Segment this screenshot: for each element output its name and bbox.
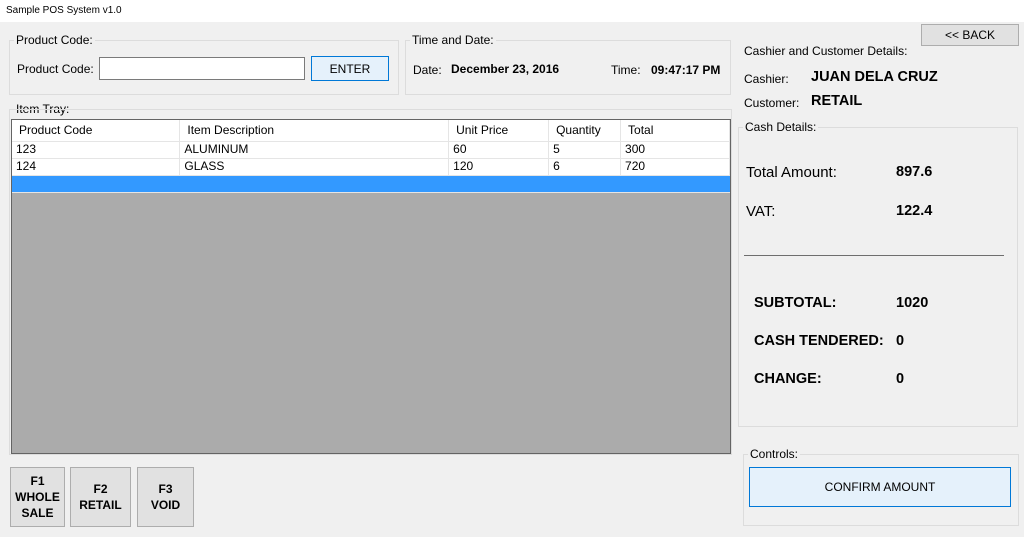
f3-line1-label: VOID [150, 498, 181, 512]
cell-unit-price[interactable]: 120 [448, 158, 550, 176]
cash-details-legend: Cash Details: [743, 120, 819, 134]
cash-tendered-value: 0 [896, 333, 905, 349]
table-row[interactable]: 124 GLASS 120 6 720 [12, 158, 730, 176]
change-value: 0 [896, 371, 905, 387]
grid-header-row: Product Code Item Description Unit Price… [12, 120, 730, 142]
f1-line1-label: WHOLE [15, 490, 60, 504]
f2-key-label: F2 [93, 482, 108, 496]
item-tray-grid[interactable]: Product Code Item Description Unit Price… [11, 119, 731, 454]
cell-item-description[interactable] [179, 175, 450, 193]
f2-line1-label: RETAIL [79, 498, 122, 512]
product-code-input[interactable] [99, 57, 305, 80]
product-code-label: Product Code: [17, 62, 94, 76]
controls-legend: Controls: [748, 447, 801, 461]
cell-quantity[interactable] [548, 175, 622, 193]
table-row-new-selected[interactable] [12, 175, 730, 193]
back-button-label: << BACK [944, 28, 996, 42]
cell-total[interactable] [620, 175, 730, 193]
window-title: Sample POS System v1.0 [6, 5, 122, 16]
cell-unit-price[interactable] [448, 175, 550, 193]
date-value: December 23, 2016 [451, 62, 560, 76]
time-date-group-legend: Time and Date: [410, 33, 496, 47]
total-amount-label: Total Amount: [746, 164, 837, 181]
f1-line2-label: SALE [21, 506, 54, 520]
cashier-group-legend: Cashier and Customer Details: [744, 44, 908, 58]
cell-product-code[interactable]: 123 [12, 141, 181, 159]
cell-product-code[interactable] [12, 175, 181, 193]
enter-button[interactable]: ENTER [311, 56, 389, 81]
confirm-amount-button[interactable]: CONFIRM AMOUNT [749, 467, 1011, 507]
total-amount-value: 897.6 [896, 164, 933, 180]
subtotal-label: SUBTOTAL: [754, 295, 837, 311]
time-label: Time: [611, 63, 641, 77]
cell-total[interactable]: 720 [620, 158, 730, 176]
column-header-item-description[interactable]: Item Description [179, 120, 450, 142]
cashier-label: Cashier: [744, 72, 789, 86]
subtotal-value: 1020 [896, 295, 929, 311]
window-title-bar: Sample POS System v1.0 [0, 0, 1024, 22]
cell-product-code[interactable]: 124 [12, 158, 181, 176]
vat-value: 122.4 [896, 203, 933, 219]
cell-total[interactable]: 300 [620, 141, 730, 159]
product-code-group-legend: Product Code: [14, 33, 95, 47]
column-header-quantity[interactable]: Quantity [548, 120, 622, 142]
enter-button-label: ENTER [329, 61, 371, 76]
column-header-total[interactable]: Total [620, 120, 730, 142]
cash-tendered-label: CASH TENDERED: [754, 333, 884, 349]
customer-type: RETAIL [811, 93, 863, 109]
f3-key-label: F3 [158, 482, 173, 496]
column-header-unit-price[interactable]: Unit Price [448, 120, 550, 142]
f1-wholesale-button[interactable]: F1 WHOLE SALE [10, 467, 65, 527]
table-row[interactable]: 123 ALUMINUM 60 5 300 [12, 141, 730, 159]
f2-retail-button[interactable]: F2 RETAIL [70, 467, 131, 527]
customer-label: Customer: [744, 96, 800, 110]
change-label: CHANGE: [754, 371, 822, 387]
date-label: Date: [413, 63, 442, 77]
cell-unit-price[interactable]: 60 [448, 141, 550, 159]
cell-item-description[interactable]: ALUMINUM [179, 141, 450, 159]
cell-quantity[interactable]: 5 [548, 141, 622, 159]
back-button[interactable]: << BACK [921, 24, 1019, 46]
cell-item-description[interactable]: GLASS [179, 158, 450, 176]
cell-quantity[interactable]: 6 [548, 158, 622, 176]
cash-details-divider [744, 255, 1004, 256]
vat-label: VAT: [746, 203, 776, 220]
time-value: 09:47:17 PM [651, 63, 721, 77]
cashier-name: JUAN DELA CRUZ [811, 69, 938, 85]
f3-void-button[interactable]: F3 VOID [137, 467, 194, 527]
column-header-product-code[interactable]: Product Code [12, 120, 181, 142]
f1-key-label: F1 [30, 474, 45, 488]
confirm-amount-label: CONFIRM AMOUNT [824, 480, 936, 494]
